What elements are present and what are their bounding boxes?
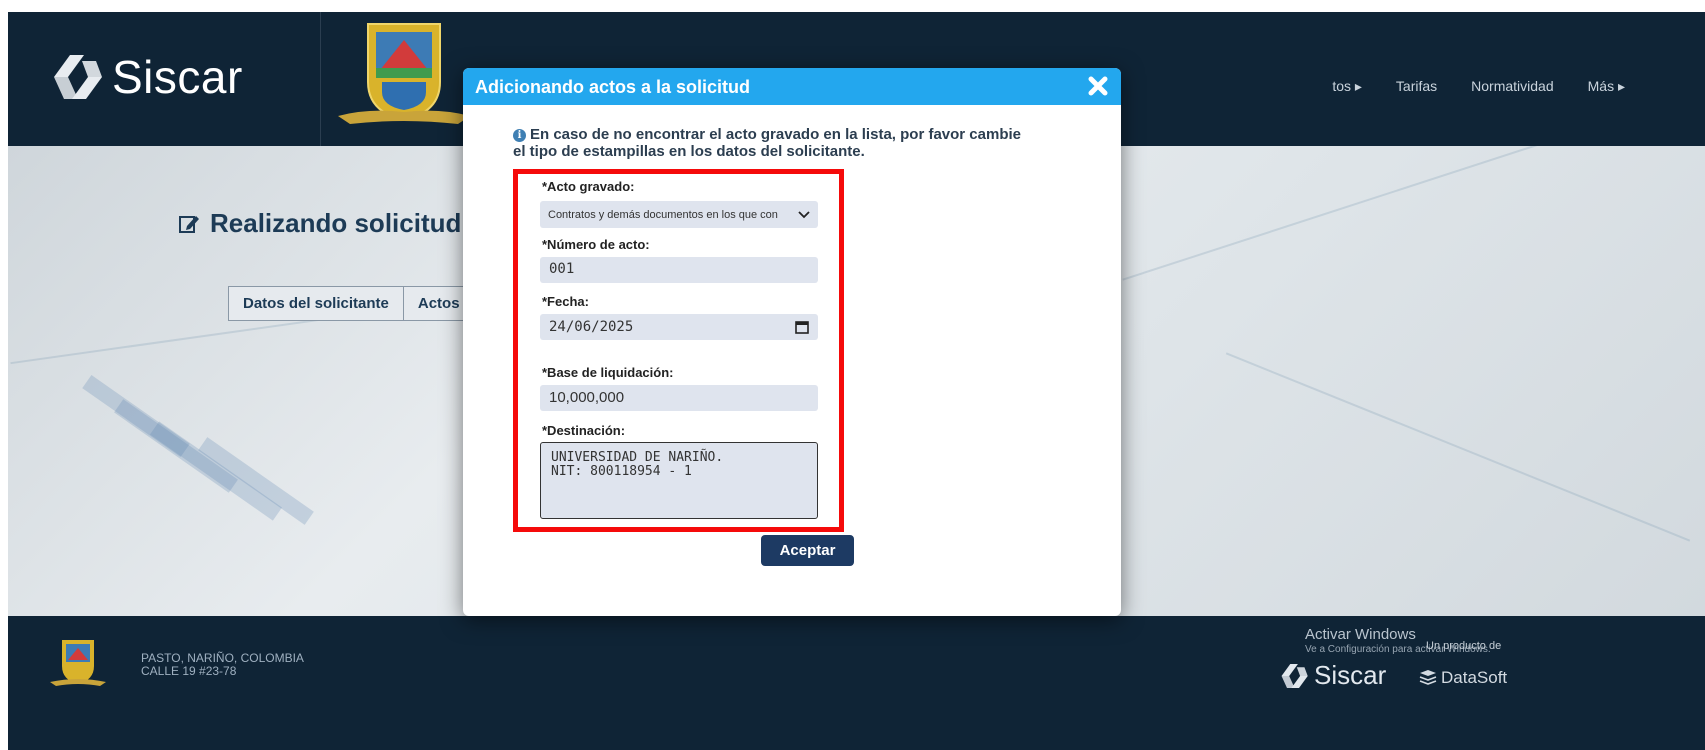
tab-datos-solicitante[interactable]: Datos del solicitante [228,286,404,321]
decorative-bar [149,421,283,521]
nav-item-documentos[interactable]: tos ▸ [1332,78,1362,95]
siscar-logo[interactable]: Siscar [48,50,243,104]
address-line-2: CALLE 19 #23-78 [141,664,237,678]
accept-button[interactable]: Aceptar [761,535,854,566]
info-icon: i [513,129,526,142]
chevron-down-icon [798,210,810,218]
info-message-text: En caso de no encontrar el acto gravado … [513,126,1021,160]
decorative-line [1225,352,1691,542]
windows-activation-title: Activar Windows [1305,626,1416,643]
header-divider [320,12,321,146]
fecha-input[interactable]: 24/06/2025 [540,314,818,340]
footer-shield-icon [50,640,106,686]
datasoft-logo[interactable]: DataSoft [1419,668,1507,688]
close-icon[interactable] [1087,75,1109,97]
modal-header: Adicionando actos a la solicitud [463,68,1121,105]
acto-gravado-label: *Acto gravado: [542,179,635,194]
solicitud-tabs: Datos del solicitante Actos [228,286,475,321]
destinacion-textarea[interactable]: UNIVERSIDAD DE NARIÑO. NIT: 800118954 - … [540,442,818,519]
nav-item-tarifas[interactable]: Tarifas [1396,78,1437,95]
siscar-logo-icon [54,55,102,99]
footer-shield [50,638,106,688]
narino-shield-icon [338,23,470,124]
siscar-logo-icon [1281,663,1308,688]
base-liquidacion-input[interactable]: 10,000,000 [540,385,818,411]
page-title-text: Realizando solicitud d [210,208,485,238]
modal-title: Adicionando actos a la solicitud [475,77,751,97]
decorative-line [1122,146,1694,281]
acto-gravado-select[interactable]: Contratos y demás documentos en los que … [540,201,818,228]
footer-siscar-name: Siscar [1314,660,1387,690]
footer-address: PASTO, NARIÑO, COLOMBIA CALLE 19 #23-78 [141,652,304,678]
acto-gravado-value: Contratos y demás documentos en los que … [548,208,778,221]
producto-de-label: Un producto de [1426,640,1502,652]
base-liquidacion-label: *Base de liquidación: [542,365,674,380]
add-acts-modal: Adicionando actos a la solicitud i En cas… [463,68,1121,616]
datasoft-logo-icon [1419,670,1437,685]
numero-acto-input[interactable]: 001 [540,257,818,283]
brand-name: Siscar [112,51,243,103]
footer-siscar-logo[interactable]: Siscar [1278,660,1386,691]
edit-icon [179,215,199,233]
calendar-icon[interactable] [795,320,809,334]
page-title: Realizando solicitud d [178,208,484,239]
main-nav: tos ▸ Tarifas Normatividad Más ▸ [1332,78,1625,95]
numero-acto-label: *Número de acto: [542,237,650,252]
site-footer: PASTO, NARIÑO, COLOMBIA CALLE 19 #23-78 … [8,616,1705,750]
fecha-label: *Fecha: [542,294,589,309]
narino-shield [338,20,470,130]
destinacion-label: *Destinación: [542,423,626,438]
nav-item-mas[interactable]: Más ▸ [1588,78,1625,95]
info-message: i En caso de no encontrar el acto gravado… [513,126,1033,160]
nav-item-normatividad[interactable]: Normatividad [1471,78,1553,95]
datasoft-name: DataSoft [1441,668,1508,687]
fecha-value: 24/06/2025 [549,319,634,335]
